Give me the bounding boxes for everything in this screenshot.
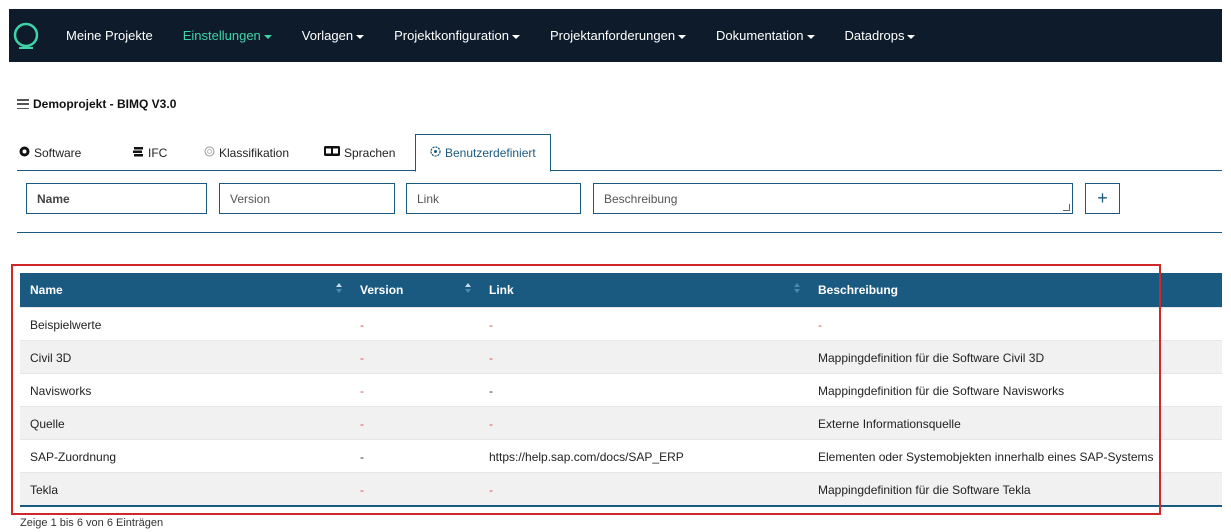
app-logo-icon[interactable] (11, 21, 41, 51)
tab-label: Benutzerdefiniert (445, 146, 536, 160)
nav-label: Dokumentation (716, 28, 804, 43)
tab-label: IFC (148, 145, 168, 160)
custom-icon (430, 146, 441, 160)
sort-icon (336, 283, 342, 293)
cell-name: Quelle (30, 416, 65, 431)
nav-label: Projektanforderungen (550, 28, 676, 43)
column-label: Version (360, 283, 404, 297)
table-row[interactable]: Tekla - - Mappingdefinition für die Soft… (20, 472, 1222, 505)
cell-link: - (489, 482, 493, 497)
nav-meine-projekte[interactable]: Meine Projekte (51, 9, 168, 62)
table-header: Name Version Link Beschreibung (20, 273, 1222, 307)
tab-benutzerdefiniert[interactable]: Benutzerdefiniert (415, 134, 551, 172)
column-header-link[interactable]: Link (479, 273, 808, 307)
nav-einstellungen[interactable]: Einstellungen (168, 9, 287, 62)
software-icon (19, 146, 30, 160)
plus-icon: + (1097, 188, 1108, 208)
tab-label: Sprachen (344, 145, 396, 160)
nav-label: Einstellungen (182, 28, 261, 43)
new-entry-form: Name Version Link Beschreibung + (17, 171, 1222, 233)
cell-version: - (360, 416, 364, 431)
nav-vorlagen[interactable]: Vorlagen (287, 9, 379, 62)
table-row[interactable]: SAP-Zuordnung - https://help.sap.com/doc… (20, 439, 1222, 472)
column-label: Name (30, 283, 63, 297)
tab-label: Klassifikation (219, 145, 290, 160)
cell-link: - (489, 416, 493, 431)
nav-datadrops[interactable]: Datadrops (830, 9, 931, 62)
table-row[interactable]: Navisworks - - Mappingdefinition für die… (20, 373, 1222, 406)
link-input[interactable]: Link (406, 183, 581, 214)
column-header-beschreibung[interactable]: Beschreibung (808, 273, 1222, 307)
sort-icon (465, 283, 471, 293)
add-button[interactable]: + (1085, 183, 1120, 214)
cell-link: - (489, 350, 493, 365)
menu-icon[interactable] (17, 99, 29, 109)
version-input[interactable]: Version (219, 183, 395, 214)
cell-link: - (489, 317, 493, 332)
column-label: Beschreibung (818, 283, 899, 297)
column-header-version[interactable]: Version (350, 273, 479, 307)
column-header-name[interactable]: Name (20, 273, 350, 307)
cell-name: Tekla (30, 482, 59, 497)
cell-description: Mappingdefinition für die Software Civil… (818, 350, 1045, 365)
nav-label: Projektkonfiguration (394, 28, 510, 43)
caret-down-icon (907, 34, 916, 39)
cell-link[interactable]: https://help.sap.com/docs/SAP_ERP (479, 440, 808, 473)
caret-down-icon (263, 34, 272, 39)
nav-projektkonfiguration[interactable]: Projektkonfiguration (379, 9, 535, 62)
custom-software-table: Name Version Link Beschreibung Beispielw… (20, 273, 1222, 507)
caret-down-icon (806, 34, 815, 39)
tab-sprachen[interactable]: Sprachen (324, 134, 395, 171)
tab-ifc[interactable]: IFC (133, 134, 167, 171)
sort-icon (794, 283, 800, 293)
nav-label: Datadrops (844, 28, 905, 43)
cell-description: - (818, 317, 822, 332)
settings-tabs: Software IFC Klassifikation Sprachen Ben… (17, 134, 1222, 172)
name-placeholder: Name (37, 191, 70, 206)
caret-down-icon (512, 34, 521, 39)
cell-version: - (360, 482, 364, 497)
top-navbar: Meine Projekte Einstellungen Vorlagen Pr… (9, 9, 1222, 62)
table-row[interactable]: Quelle - - Externe Informationsquelle (20, 406, 1222, 439)
cell-description: Externe Informationsquelle (818, 416, 961, 431)
description-placeholder: Beschreibung (604, 191, 678, 206)
description-textarea[interactable]: Beschreibung (593, 183, 1073, 214)
nav-label: Meine Projekte (66, 28, 153, 43)
nav-label: Vorlagen (301, 28, 354, 43)
cell-description: Mappingdefinition für die Software Navis… (818, 383, 1065, 398)
caret-down-icon (356, 34, 365, 39)
classification-icon (204, 146, 215, 160)
cell-name: Navisworks (30, 383, 92, 398)
cell-link: - (489, 383, 493, 398)
project-title: Demoprojekt - BIMQ V3.0 (17, 97, 176, 111)
nav-projektanforderungen[interactable]: Projektanforderungen (535, 9, 701, 62)
cell-version: - (360, 317, 364, 332)
cell-version: - (360, 449, 364, 464)
table-info-text: Zeige 1 bis 6 von 6 Einträgen (20, 517, 164, 529)
table-row[interactable]: Civil 3D - - Mappingdefinition für die S… (20, 340, 1222, 373)
table-row[interactable]: Beispielwerte - - - (20, 307, 1222, 340)
cell-version: - (360, 350, 364, 365)
tab-software[interactable]: Software (19, 134, 81, 171)
nav-dokumentation[interactable]: Dokumentation (701, 9, 829, 62)
cell-description: Mappingdefinition für die Software Tekla (818, 482, 1031, 497)
column-label: Link (489, 283, 514, 297)
language-icon (324, 146, 340, 159)
cell-description: Elementen oder Systemobjekten innerhalb … (818, 449, 1154, 464)
cell-version: - (360, 383, 364, 398)
ifc-stack-icon (133, 146, 144, 160)
name-input[interactable]: Name (26, 183, 207, 214)
tab-label: Software (34, 145, 82, 160)
cell-name: Beispielwerte (30, 317, 102, 332)
cell-name: Civil 3D (30, 350, 72, 365)
link-placeholder: Link (417, 191, 440, 206)
version-placeholder: Version (230, 191, 271, 206)
resize-handle-icon[interactable] (1063, 204, 1070, 211)
project-title-text: Demoprojekt - BIMQ V3.0 (33, 97, 177, 111)
caret-down-icon (678, 34, 687, 39)
cell-name: SAP-Zuordnung (30, 449, 117, 464)
tab-klassifikation[interactable]: Klassifikation (204, 134, 289, 171)
